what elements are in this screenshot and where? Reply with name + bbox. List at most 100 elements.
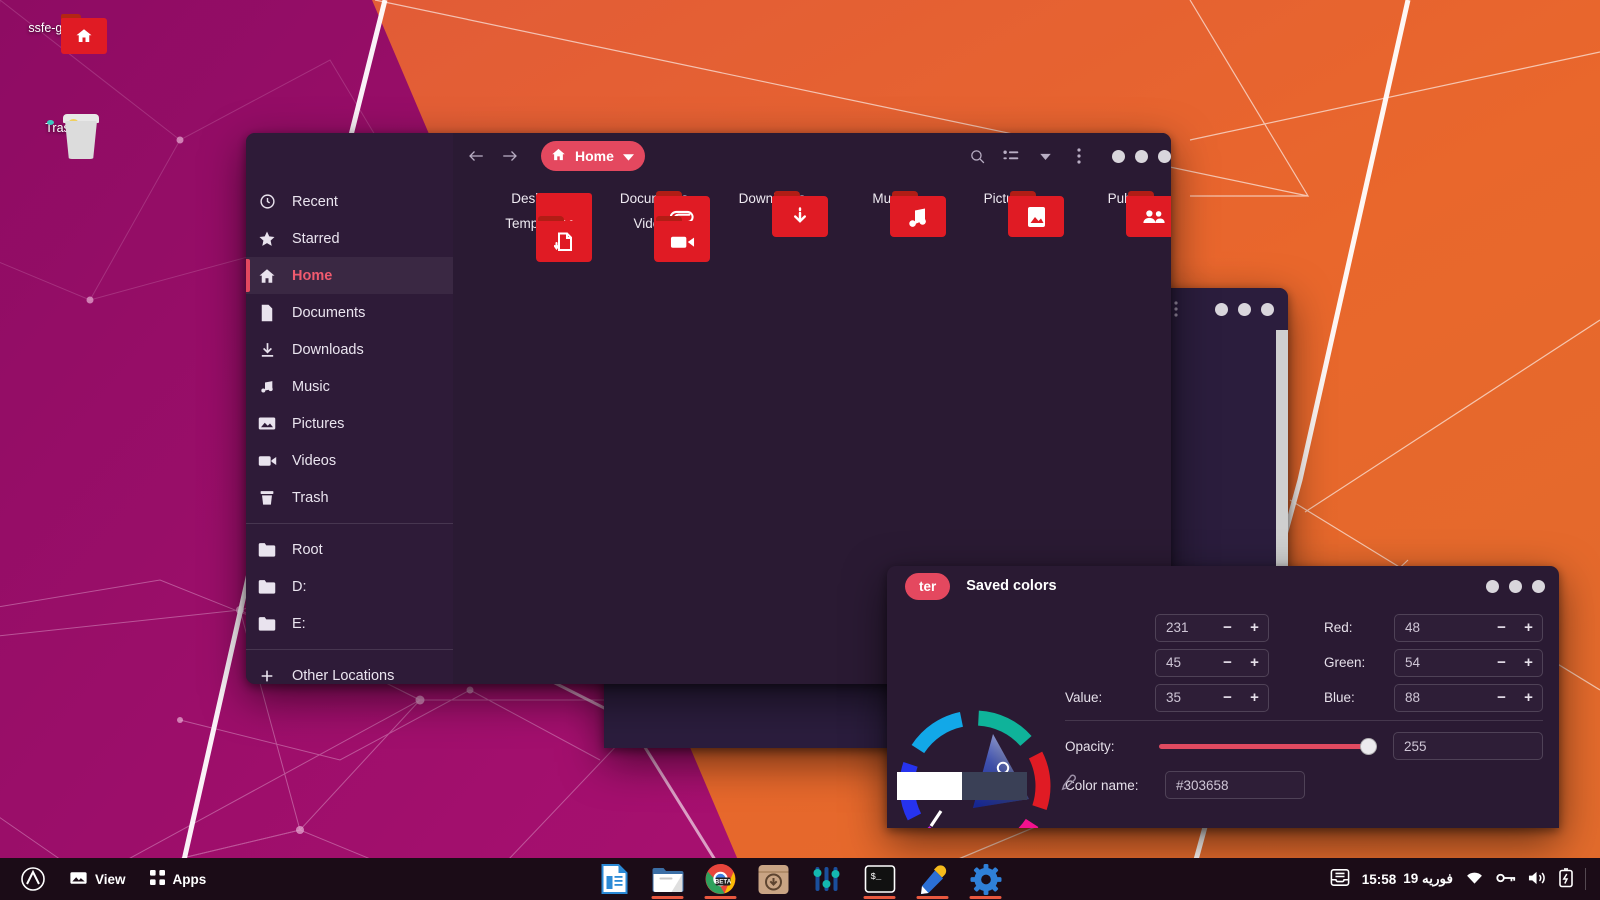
blue-decrement-button[interactable]: − xyxy=(1488,685,1515,711)
blue-value[interactable]: 88 xyxy=(1395,690,1488,705)
sidebar-item-music[interactable]: Music xyxy=(246,368,453,405)
list-view-icon[interactable] xyxy=(996,141,1026,171)
inbox-icon[interactable] xyxy=(1330,868,1350,890)
clock[interactable]: 15:58 19 فوریه xyxy=(1362,871,1453,887)
sidebar-item-root[interactable]: Root xyxy=(246,531,453,568)
apps-button[interactable]: Apps xyxy=(138,862,219,896)
color-swatches[interactable] xyxy=(897,772,1027,800)
color-name-input[interactable]: #303658 xyxy=(1165,771,1305,799)
sidebar-item-recent[interactable]: Recent xyxy=(246,183,453,220)
green-value[interactable]: 54 xyxy=(1395,655,1488,670)
hue-value[interactable]: 231 xyxy=(1156,620,1214,635)
close-button[interactable] xyxy=(1158,149,1171,163)
folder-item-desktop[interactable]: Desktop xyxy=(477,191,595,237)
color-picker-window-controls[interactable] xyxy=(1486,579,1545,593)
blue-spinner[interactable]: 88 − + xyxy=(1394,683,1543,712)
chevron-down-icon[interactable] xyxy=(1030,141,1060,171)
minimize-button[interactable] xyxy=(1486,579,1499,593)
green-decrement-button[interactable]: − xyxy=(1488,650,1515,676)
folder-item-documents[interactable]: Documents xyxy=(595,191,713,237)
folder-item-public[interactable]: Public xyxy=(1067,191,1171,237)
saturation-decrement-button[interactable]: − xyxy=(1214,650,1241,676)
desktop-icon-trash[interactable]: Trash xyxy=(6,114,116,159)
sidebar-item-e-drive[interactable]: E: xyxy=(246,605,453,642)
blue-increment-button[interactable]: + xyxy=(1515,685,1542,711)
value-decrement-button[interactable]: − xyxy=(1214,685,1241,711)
grid-icon xyxy=(149,870,165,888)
dock-item-settings-sliders[interactable] xyxy=(807,859,847,899)
green-increment-button[interactable]: + xyxy=(1515,650,1542,676)
maximize-button[interactable] xyxy=(1238,302,1251,316)
wifi-icon[interactable] xyxy=(1465,870,1484,888)
folder-item-pictures[interactable]: Pictures xyxy=(949,191,1067,237)
folder-item-downloads[interactable]: Downloads xyxy=(713,191,831,237)
folder-item-music[interactable]: Music xyxy=(831,191,949,237)
sidebar-item-other-locations[interactable]: Other Locations xyxy=(246,657,453,684)
desktop-icon-ssfe-gnome[interactable]: ssfe-gnome xyxy=(6,14,116,54)
color-picker-window[interactable]: ter Saved colors 231 − + 45 − + Value: 3… xyxy=(887,566,1559,828)
search-icon[interactable] xyxy=(962,141,992,171)
opacity-row: Opacity: 255 xyxy=(1065,726,1543,766)
value-value[interactable]: 35 xyxy=(1156,690,1214,705)
minimize-button[interactable] xyxy=(1112,149,1125,163)
value-increment-button[interactable]: + xyxy=(1241,685,1268,711)
background-window-controls[interactable] xyxy=(1215,302,1274,316)
sidebar-item-starred[interactable]: Starred xyxy=(246,220,453,257)
green-spinner[interactable]: 54 − + xyxy=(1394,648,1543,677)
red-increment-button[interactable]: + xyxy=(1515,615,1542,641)
opacity-slider-knob[interactable] xyxy=(1360,737,1377,755)
volume-icon[interactable] xyxy=(1528,870,1547,889)
vertical-dots-icon[interactable] xyxy=(1064,141,1094,171)
eyedropper-icon[interactable] xyxy=(1055,770,1081,796)
key-icon[interactable] xyxy=(1496,871,1516,888)
dock-item-libreoffice-writer[interactable] xyxy=(595,859,635,899)
chevron-down-icon[interactable] xyxy=(622,148,634,164)
opacity-slider[interactable] xyxy=(1159,737,1377,755)
color-wheel-area[interactable] xyxy=(887,610,1065,828)
hue-decrement-button[interactable]: − xyxy=(1214,615,1241,641)
forward-arrow-icon[interactable] xyxy=(495,141,525,171)
sidebar-item-downloads[interactable]: Downloads xyxy=(246,331,453,368)
taskbar-dock: BETA $_ xyxy=(595,858,1006,900)
minimize-button[interactable] xyxy=(1215,302,1228,316)
dock-item-software[interactable] xyxy=(754,859,794,899)
saturation-increment-button[interactable]: + xyxy=(1241,650,1268,676)
close-button[interactable] xyxy=(1532,579,1545,593)
saved-colors-tab[interactable]: Saved colors xyxy=(966,578,1056,594)
sidebar-item-videos[interactable]: Videos xyxy=(246,442,453,479)
red-spinner[interactable]: 48 − + xyxy=(1394,613,1543,642)
dock-item-eyedropper[interactable] xyxy=(913,859,953,899)
sidebar-item-pictures[interactable]: Pictures xyxy=(246,405,453,442)
sidebar-item-d-drive[interactable]: D: xyxy=(246,568,453,605)
color-wheel-icon[interactable] xyxy=(889,702,1061,828)
file-manager-window-controls[interactable] xyxy=(1112,149,1171,163)
hue-spinner[interactable]: 231 − + xyxy=(1155,613,1269,642)
dock-item-files[interactable] xyxy=(648,859,688,899)
dock-item-chrome-beta[interactable]: BETA xyxy=(701,859,741,899)
maximize-button[interactable] xyxy=(1135,149,1148,163)
dock-item-terminal[interactable]: $_ xyxy=(860,859,900,899)
maximize-button[interactable] xyxy=(1509,579,1522,593)
opacity-value[interactable]: 255 xyxy=(1393,732,1543,760)
hue-increment-button[interactable]: + xyxy=(1241,615,1268,641)
dock-item-gear[interactable] xyxy=(966,859,1006,899)
back-arrow-icon[interactable] xyxy=(461,141,491,171)
tray-divider xyxy=(1585,868,1586,890)
ubuntu-logo-icon[interactable] xyxy=(8,862,58,896)
red-decrement-button[interactable]: − xyxy=(1488,615,1515,641)
battery-charging-icon[interactable] xyxy=(1559,867,1573,891)
sidebar-item-home[interactable]: Home xyxy=(246,257,453,294)
close-button[interactable] xyxy=(1261,302,1274,316)
red-value[interactable]: 48 xyxy=(1395,620,1488,635)
swatch-previous[interactable] xyxy=(962,772,1027,800)
value-spinner[interactable]: 35 − + xyxy=(1155,683,1269,712)
sidebar-item-documents[interactable]: Documents xyxy=(246,294,453,331)
view-button[interactable]: View xyxy=(58,862,138,896)
breadcrumb-home-button[interactable]: Home xyxy=(541,141,645,171)
saturation-value[interactable]: 45 xyxy=(1156,655,1214,670)
swatch-current[interactable] xyxy=(897,772,962,800)
saturation-spinner[interactable]: 45 − + xyxy=(1155,648,1269,677)
sidebar-item-trash[interactable]: Trash xyxy=(246,479,453,516)
clock-icon xyxy=(256,193,278,210)
color-picker-tab[interactable]: ter xyxy=(905,572,951,600)
